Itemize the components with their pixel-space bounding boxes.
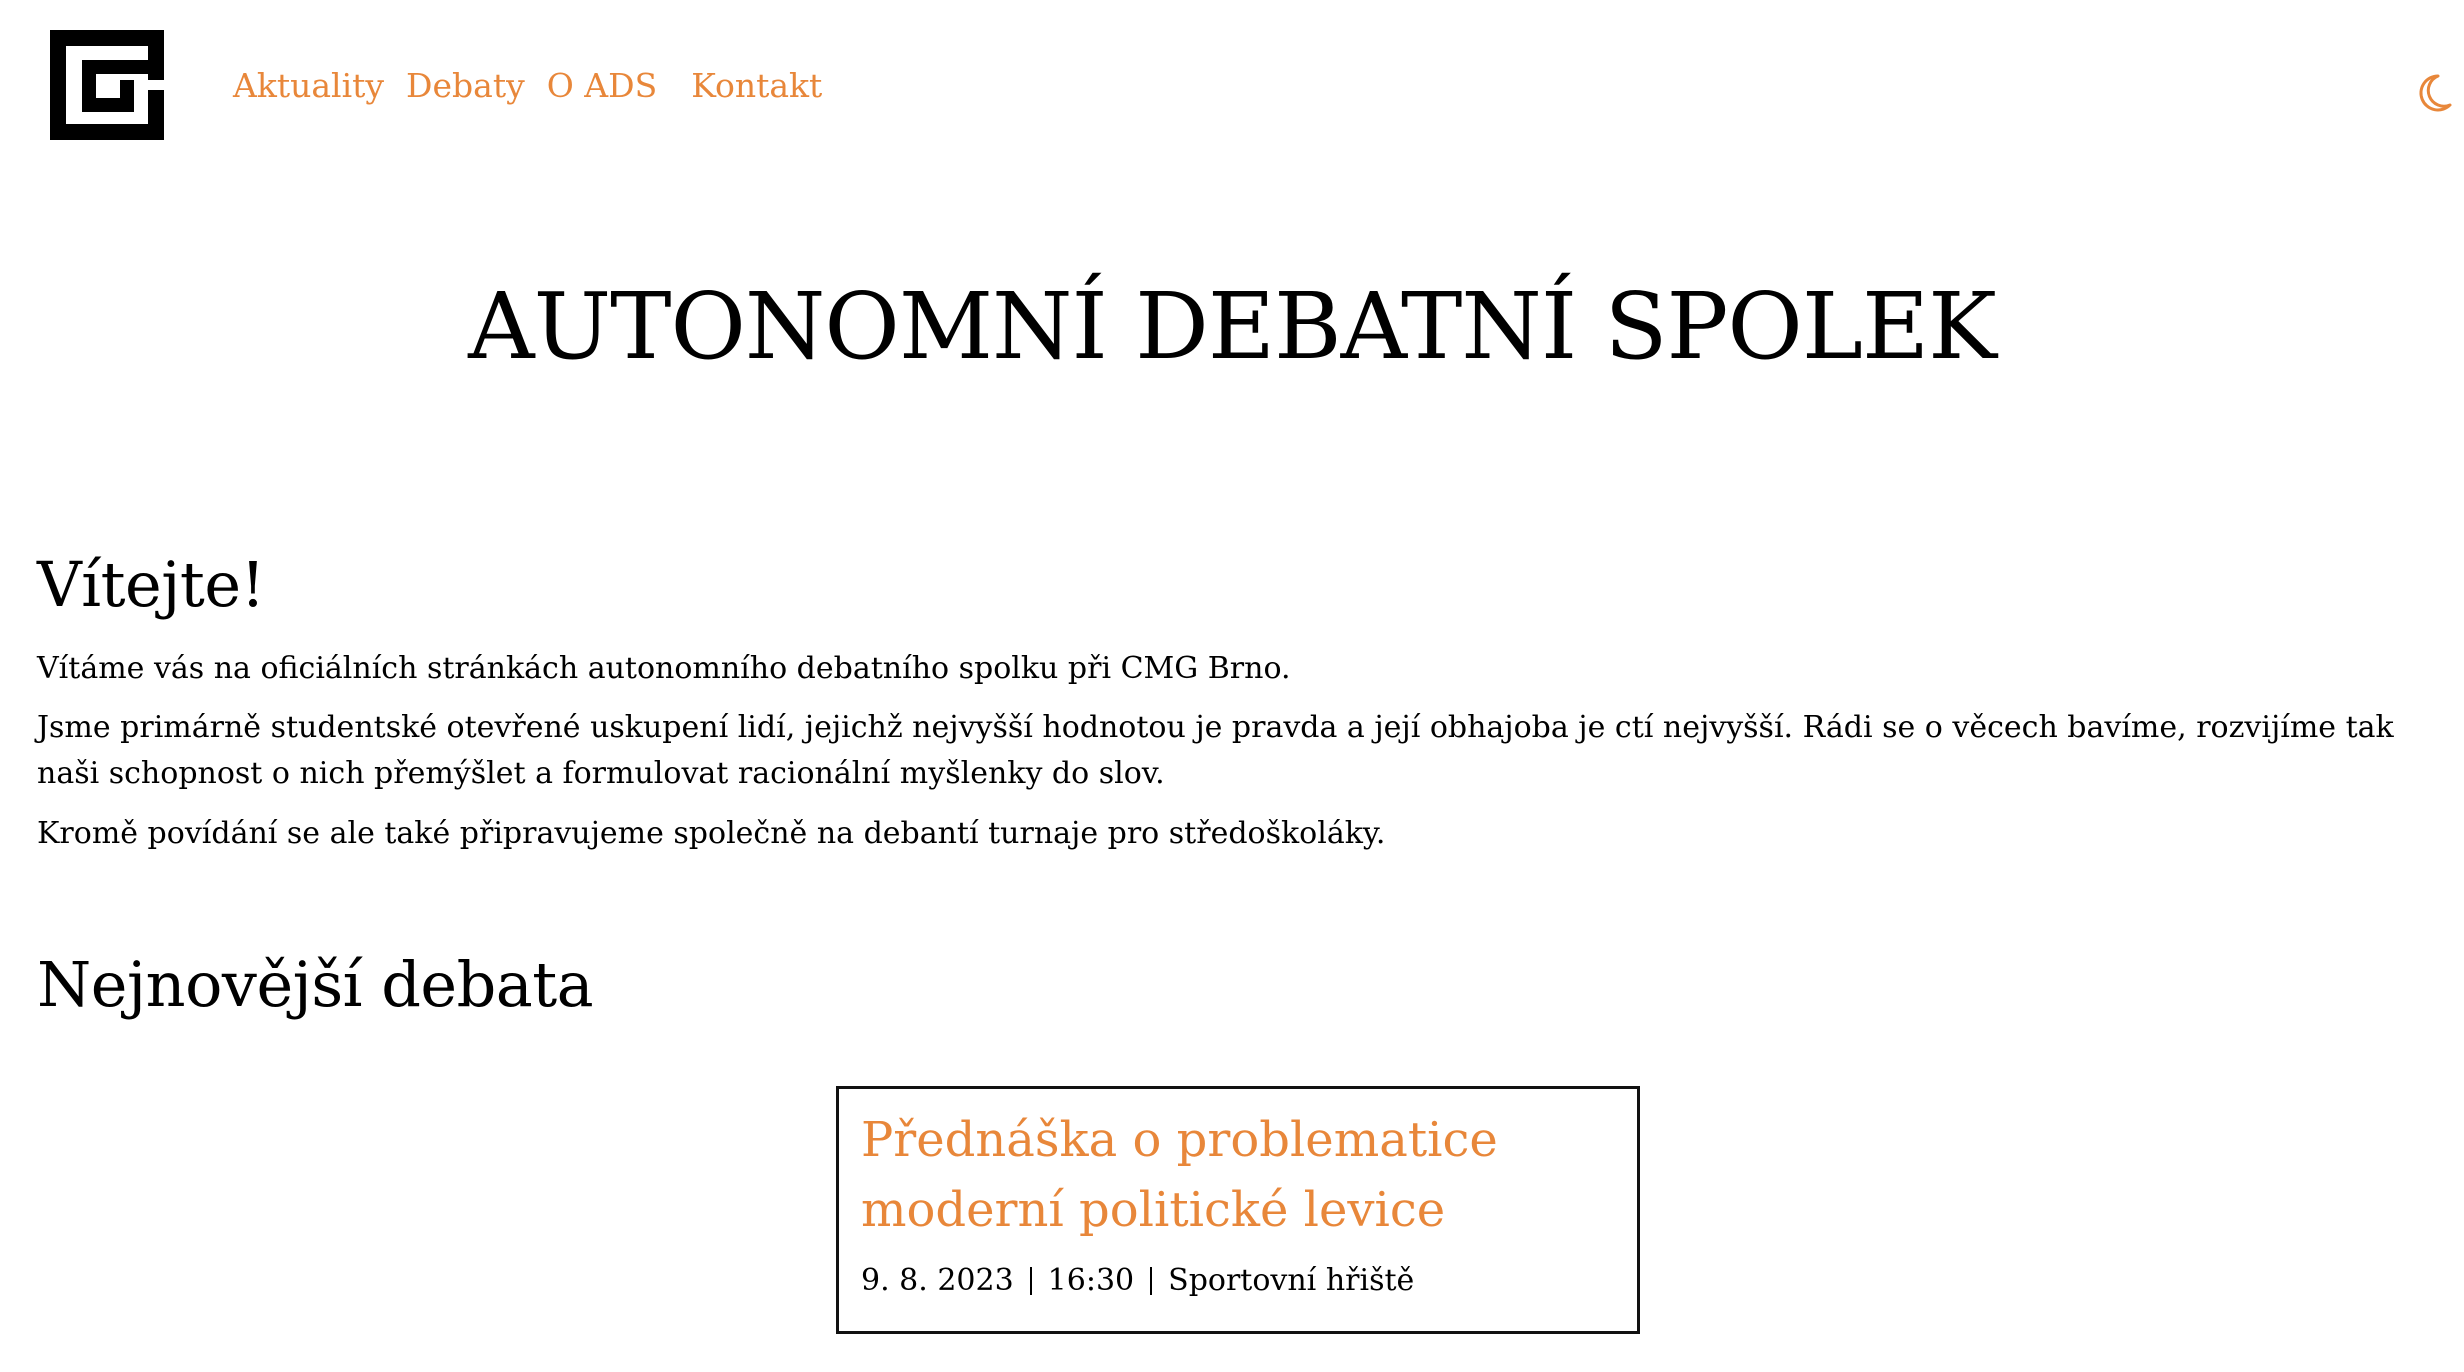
site-title: AUTONOMNÍ DEBATNÍ SPOLEK xyxy=(468,273,1997,380)
debate-time: 16:30 xyxy=(1047,1263,1135,1298)
meander-logo-icon[interactable] xyxy=(50,30,164,140)
page: Aktuality Debaty O ADS Kontakt AUTONOMNÍ… xyxy=(0,0,2464,1372)
debate-card-title[interactable]: Přednáška o problematice moderní politic… xyxy=(861,1105,1621,1245)
debate-place: Sportovní hřiště xyxy=(1168,1263,1415,1298)
welcome-heading: Vítejte! xyxy=(37,548,265,621)
nav-link-o-ads[interactable]: O ADS xyxy=(547,66,657,105)
welcome-paragraph-2: Jsme primárně studentské otevřené uskupe… xyxy=(37,710,2394,791)
latest-debate-card[interactable]: Přednáška o problematice moderní politic… xyxy=(836,1086,1640,1334)
debate-date: 9. 8. 2023 xyxy=(861,1263,1014,1298)
debate-card-meta: 9. 8. 2023 16:30 Sportovní hřiště xyxy=(861,1261,1414,1301)
nav-link-debaty[interactable]: Debaty xyxy=(406,66,525,105)
meta-separator xyxy=(1029,1267,1032,1295)
main-nav: Aktuality Debaty O ADS Kontakt xyxy=(233,66,822,105)
welcome-paragraph-1: Vítáme vás na oficiálních stránkách auto… xyxy=(37,651,1291,686)
nav-link-aktuality[interactable]: Aktuality xyxy=(233,66,384,105)
latest-debate-heading: Nejnovější debata xyxy=(37,948,594,1021)
nav-link-kontakt[interactable]: Kontakt xyxy=(691,66,822,105)
welcome-paragraph-3: Kromě povídání se ale také připravujeme … xyxy=(37,816,1386,851)
site-header: Aktuality Debaty O ADS Kontakt xyxy=(0,0,2464,180)
moon-icon[interactable] xyxy=(2414,72,2454,114)
meta-separator xyxy=(1150,1267,1153,1295)
